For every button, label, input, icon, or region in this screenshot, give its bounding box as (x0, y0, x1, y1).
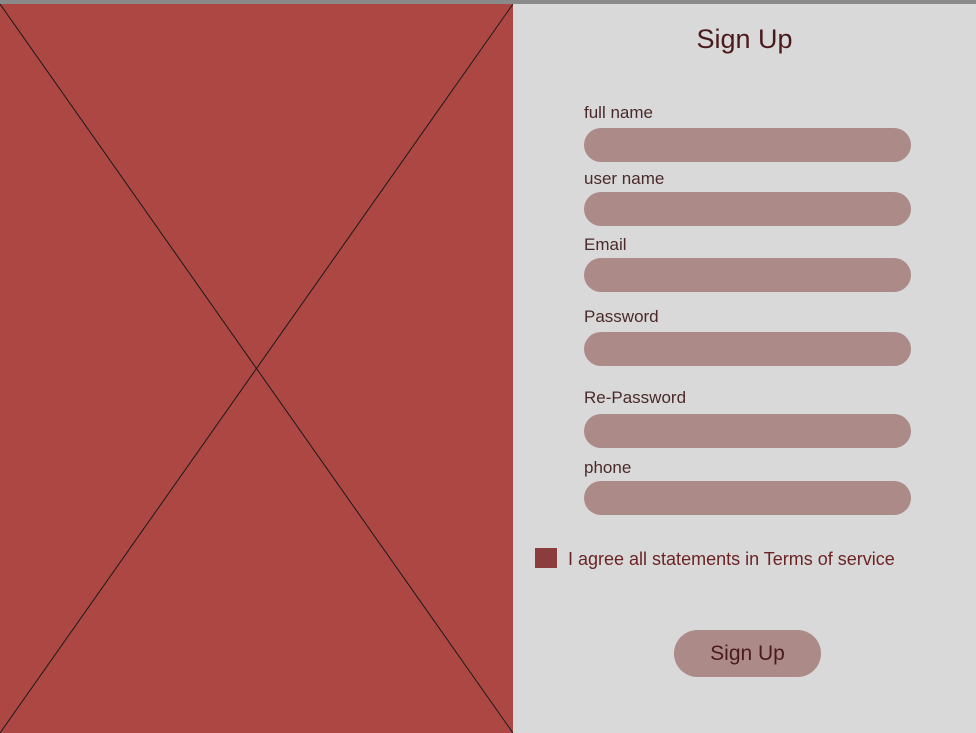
signup-form-panel: Sign Up full name user name Email Passwo… (513, 4, 976, 733)
phone-label: phone (584, 458, 632, 477)
page-title: Sign Up (696, 24, 793, 54)
sign-up-button[interactable]: Sign Up (674, 630, 821, 677)
terms-checkbox[interactable] (535, 548, 557, 568)
email-label: Email (584, 235, 627, 254)
full-name-label: full name (584, 103, 653, 122)
user-name-input[interactable] (584, 192, 911, 226)
user-name-label: user name (584, 169, 665, 188)
image-placeholder (0, 4, 513, 733)
password-input[interactable] (584, 332, 911, 366)
re-password-label: Re-Password (584, 388, 687, 407)
image-placeholder-cross-icon (0, 4, 513, 733)
terms-label[interactable]: I agree all statements in Terms of servi… (568, 549, 895, 570)
password-label: Password (584, 307, 659, 326)
phone-input[interactable] (584, 481, 911, 515)
full-name-input[interactable] (584, 128, 911, 162)
email-input[interactable] (584, 258, 911, 292)
re-password-input[interactable] (584, 414, 911, 448)
